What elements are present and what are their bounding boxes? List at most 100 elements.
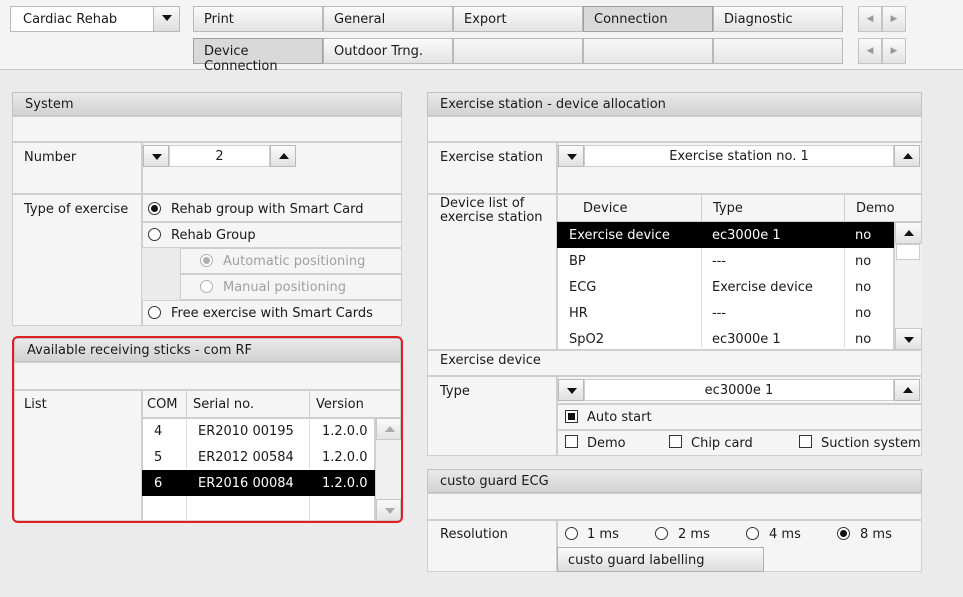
row-demo: no (855, 280, 872, 295)
type-selector-field[interactable]: ec3000e 1 (584, 379, 894, 401)
automatic-positioning-radio[interactable] (200, 254, 213, 267)
chevron-left-icon: ◀ (866, 46, 874, 56)
chevron-right-icon: ▶ (890, 46, 898, 56)
table-row[interactable]: BP --- no (557, 248, 894, 274)
type-of-exercise-label: Type of exercise (24, 202, 129, 217)
chip-card-label: Chip card (691, 436, 753, 451)
column-divider (844, 194, 845, 222)
column-header-demo: Demo (856, 201, 895, 216)
suction-system-checkbox[interactable] (799, 435, 812, 448)
tab-empty (583, 38, 713, 64)
scroll-up-button[interactable] (895, 222, 922, 244)
number-value: 2 (215, 149, 224, 164)
station-next-button[interactable] (894, 145, 920, 167)
station-header: Exercise station - device allocation (427, 92, 922, 116)
type-prev-button[interactable] (558, 379, 584, 401)
row-type: Exercise device (712, 280, 813, 295)
tab-empty (453, 38, 583, 64)
row-device: HR (569, 306, 588, 321)
station-prev-button[interactable] (558, 145, 584, 167)
station-title: Exercise station - device allocation (440, 97, 666, 112)
suction-system-label: Suction system (821, 436, 921, 451)
resolution-1ms-label: 1 ms (587, 527, 619, 542)
app-selector-dropdown-button[interactable] (153, 7, 179, 31)
demo-checkbox[interactable] (565, 435, 578, 448)
type-label-cell: Type (427, 376, 557, 456)
tab-print[interactable]: Print (193, 6, 323, 32)
chevron-up-icon (903, 387, 913, 393)
device-list-scrollbar[interactable] (894, 222, 922, 350)
subtabs-scroll-left-button[interactable]: ◀ (858, 38, 882, 64)
subtabs-scroll-right-button[interactable]: ▶ (882, 38, 906, 64)
rehab-smart-card-radio[interactable] (148, 202, 161, 215)
tab-connection[interactable]: Connection (583, 6, 713, 32)
table-row[interactable]: SpO2 ec3000e 1 no (557, 326, 894, 350)
tab-device-connection[interactable]: Device Connection (193, 38, 323, 74)
number-stepper-field[interactable]: 2 (169, 145, 270, 167)
resolution-8ms-label: 8 ms (860, 527, 892, 542)
auto-start-checkbox[interactable] (565, 410, 578, 423)
rehab-smart-card-label: Rehab group with Smart Card (171, 202, 364, 217)
number-increment-button[interactable] (270, 145, 296, 167)
chevron-up-icon (904, 230, 914, 236)
number-label-cell: Number (12, 142, 142, 194)
table-row-selected[interactable]: Exercise device ec3000e 1 no (557, 222, 894, 248)
resolution-4ms-radio[interactable] (746, 527, 759, 540)
type-value: ec3000e 1 (704, 383, 774, 398)
automatic-positioning-label: Automatic positioning (223, 254, 366, 269)
resolution-2ms-label: 2 ms (678, 527, 710, 542)
manual-positioning-radio[interactable] (200, 280, 213, 293)
resolution-2ms-radio[interactable] (655, 527, 668, 540)
system-title: System (25, 97, 74, 112)
highlight-frame (12, 336, 403, 523)
tab-diagnostic[interactable]: Diagnostic (713, 6, 843, 32)
table-row[interactable]: ECG Exercise device no (557, 274, 894, 300)
tabs-scroll-right-button[interactable]: ▶ (882, 6, 906, 32)
resolution-8ms-radio[interactable] (837, 527, 850, 540)
guard-header: custo guard ECG (427, 469, 922, 493)
tab-general[interactable]: General (323, 6, 453, 32)
resolution-1ms-radio[interactable] (565, 527, 578, 540)
tab-print-label: Print (204, 12, 234, 27)
tabs-scroll-left-button[interactable]: ◀ (858, 6, 882, 32)
tab-export[interactable]: Export (453, 6, 583, 32)
exercise-device-row: Exercise device (427, 350, 922, 376)
free-exercise-radio[interactable] (148, 306, 161, 319)
tab-empty (713, 38, 843, 64)
resolution-label: Resolution (440, 527, 508, 542)
tab-device-connection-label: Device Connection (204, 44, 278, 74)
station-selector-field[interactable]: Exercise station no. 1 (584, 145, 894, 167)
scroll-down-button[interactable] (895, 328, 922, 350)
row-device: SpO2 (569, 332, 605, 347)
station-value: Exercise station no. 1 (669, 149, 809, 164)
station-spacer (427, 116, 922, 142)
row-demo: no (855, 254, 872, 269)
demo-label: Demo (587, 436, 626, 451)
row-device: ECG (569, 280, 597, 295)
tab-general-label: General (334, 12, 386, 27)
device-list-label: Device list of exercise station (440, 196, 543, 225)
custo-guard-labelling-button[interactable]: custo guard labelling (557, 547, 764, 572)
column-divider (701, 194, 702, 222)
exercise-station-label: Exercise station (440, 150, 543, 165)
tab-outdoor-training[interactable]: Outdoor Trng. (323, 38, 453, 64)
chevron-down-icon (567, 154, 577, 160)
chip-card-checkbox[interactable] (669, 435, 682, 448)
scroll-thumb[interactable] (896, 244, 920, 260)
table-row[interactable]: HR --- no (557, 300, 894, 326)
app-selector-value: Cardiac Rehab (23, 12, 118, 27)
number-decrement-button[interactable] (143, 145, 169, 167)
custo-guard-labelling-label: custo guard labelling (568, 553, 705, 568)
top-toolbar: Cardiac Rehab Print General Export Conne… (0, 0, 963, 74)
type-label: Type (440, 384, 470, 399)
manual-positioning-label: Manual positioning (223, 280, 346, 295)
chevron-down-icon (162, 15, 172, 21)
row-type: --- (712, 254, 727, 269)
system-header: System (12, 92, 402, 116)
app-selector[interactable]: Cardiac Rehab (10, 6, 180, 32)
row-type: ec3000e 1 (712, 228, 781, 243)
rehab-group-radio[interactable] (148, 228, 161, 241)
type-next-button[interactable] (894, 379, 920, 401)
row-demo: no (855, 228, 872, 243)
chevron-down-icon (567, 388, 577, 394)
